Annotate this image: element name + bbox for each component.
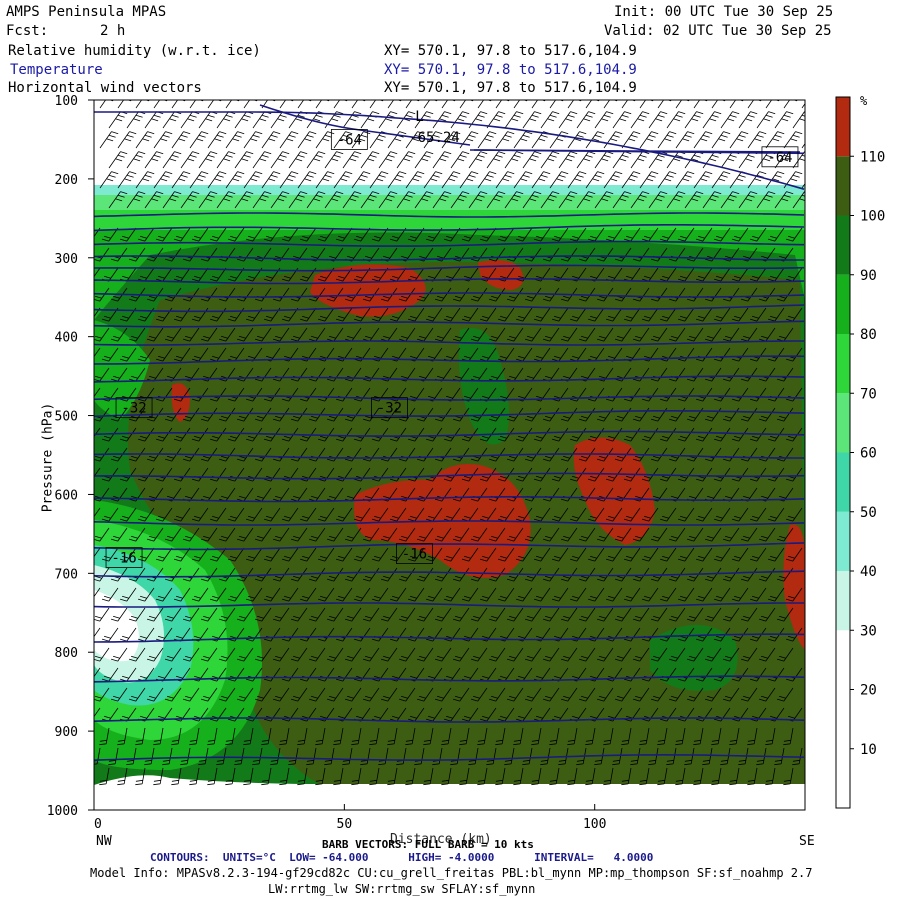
colorbar-tick-label: 80 — [860, 327, 877, 343]
y-tick-label: 1000 — [47, 804, 78, 819]
colorbar-bin — [836, 156, 850, 216]
y-tick-label: 800 — [55, 646, 78, 661]
x-tick-label: 0 — [94, 817, 102, 832]
colorbar-tick-label: 40 — [860, 564, 877, 580]
y-tick-label: 200 — [55, 173, 78, 188]
colorbar-tick-label: 10 — [860, 742, 877, 758]
colorbar-tick-label: 20 — [860, 683, 877, 699]
y-tick-label: 100 — [55, 94, 78, 109]
contour-extreme-label: -65.24 — [409, 130, 460, 146]
y-tick-label: 700 — [55, 567, 78, 582]
colorbar-bin — [836, 571, 850, 631]
x-end-label-left: NW — [96, 834, 112, 849]
colorbar-tick-label: 30 — [860, 623, 877, 639]
colorbar: 10 20 30 40 50 60 70 80 90 100 110% — [835, 94, 885, 809]
colorbar-tick-label: 90 — [860, 268, 877, 284]
contour-label: -32 — [377, 401, 402, 417]
y-tick-label: 300 — [55, 252, 78, 267]
colorbar-bin — [836, 97, 850, 157]
colorbar-bin — [836, 630, 850, 690]
contour-label: -16 — [111, 551, 136, 567]
colorbar-tick-label: 70 — [860, 386, 877, 402]
colorbar-bin — [836, 748, 850, 808]
y-tick-label: 500 — [55, 410, 78, 425]
contour-info: CONTOURS: UNITS=°C LOW= -64.000 HIGH= -4… — [150, 851, 654, 864]
colorbar-bin — [836, 274, 850, 334]
contour-label: -64 — [337, 132, 362, 148]
contour-extreme-label: L — [415, 109, 423, 125]
colorbar-tick-label: 60 — [860, 446, 877, 462]
y-tick-label: 600 — [55, 488, 78, 503]
y-tick-label: 900 — [55, 725, 78, 740]
model-info-line2: LW:rrtmg_lw SW:rrtmg_sw SFLAY:sf_mynn — [268, 882, 536, 896]
colorbar-bin — [836, 334, 850, 394]
contour-label: -16 — [402, 547, 427, 563]
y-axis-label: Pressure (hPa) — [40, 402, 56, 513]
x-tick-label: 50 — [337, 817, 353, 832]
model-info: Model Info: MPASv8.2.3-194-gf29cd82c CU:… — [90, 866, 813, 880]
colorbar-bin — [836, 393, 850, 453]
x-axis-label-overlap: Distance (km) — [390, 832, 492, 847]
cross-section-chart: -64-64-32 -32-16 -16L-65.24 10020030040050… — [47, 94, 886, 849]
x-end-label-right: SE — [799, 834, 815, 849]
colorbar-tick-label: 100 — [860, 209, 885, 225]
colorbar-unit: % — [860, 94, 868, 108]
colorbar-bin — [836, 511, 850, 571]
colorbar-bin — [836, 452, 850, 512]
colorbar-tick-label: 110 — [860, 149, 885, 165]
y-tick-label: 400 — [55, 331, 78, 346]
colorbar-tick-label: 50 — [860, 505, 877, 521]
colorbar-bin — [836, 689, 850, 749]
contour-label: -32 — [121, 401, 146, 417]
colorbar-bin — [836, 215, 850, 275]
contour-label: -64 — [767, 150, 792, 166]
x-tick-label: 100 — [583, 817, 606, 832]
